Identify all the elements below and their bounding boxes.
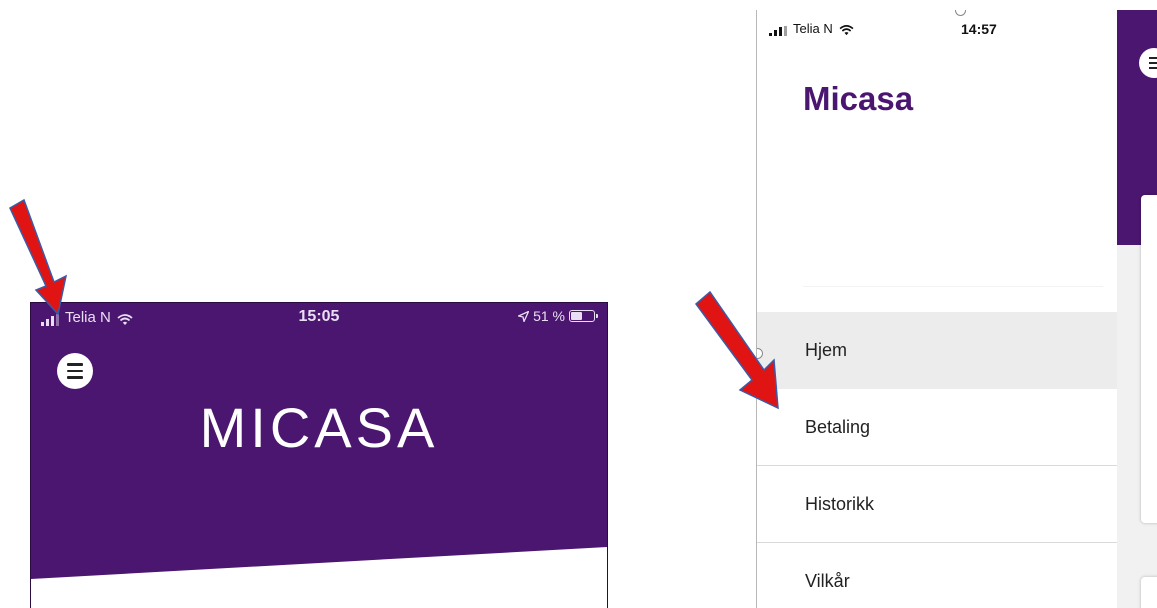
drawer-divider xyxy=(803,286,1103,287)
left-phone-screen: Telia N 15:05 51 % MICASA xyxy=(30,302,608,608)
nav-item-label: Hjem xyxy=(805,340,848,360)
cellular-signal-icon xyxy=(769,26,787,36)
nav-item-historikk[interactable]: Historikk xyxy=(757,466,1117,543)
background-card-2 xyxy=(1141,577,1157,608)
hamburger-menu-icon-bar xyxy=(67,369,83,373)
hamburger-menu-button[interactable] xyxy=(57,353,93,389)
wifi-icon xyxy=(839,25,854,36)
navigation-drawer: Telia N 14:57 Micasa Hjem Betaling Histo… xyxy=(757,10,1117,608)
nav-item-betaling[interactable]: Betaling xyxy=(757,389,1117,466)
drawer-status-bar: Telia N 14:57 xyxy=(765,19,1117,39)
nav-item-label: Betaling xyxy=(805,416,871,437)
right-phone-screen: Telia N 14:57 Micasa Hjem Betaling Histo… xyxy=(756,10,1157,608)
drawer-carrier-name: Telia N xyxy=(793,21,833,36)
drawer-brand-title: Micasa xyxy=(803,80,914,117)
background-card xyxy=(1141,195,1157,523)
status-bar: Telia N 15:05 51 % xyxy=(31,303,607,329)
drawer-status-time: 14:57 xyxy=(961,21,997,37)
background-app-screen xyxy=(1117,10,1157,608)
annotation-arrow-left xyxy=(9,198,68,316)
drawer-nav: Hjem Betaling Historikk Vilkår xyxy=(757,312,1117,608)
battery-fill xyxy=(571,312,582,320)
battery-percent: 51 % xyxy=(533,308,565,324)
location-arrow-icon xyxy=(518,310,530,322)
nav-item-label: Historikk xyxy=(805,493,875,514)
micasa-logo: MICASA xyxy=(199,396,439,459)
hamburger-menu-icon-bar xyxy=(67,376,83,379)
nav-item-vilkar[interactable]: Vilkår xyxy=(757,543,1117,608)
hamburger-menu-icon xyxy=(67,363,83,366)
nav-item-hjem[interactable]: Hjem xyxy=(757,312,1117,389)
drawer-status-left: Telia N xyxy=(769,21,854,36)
annotation-arrow-right xyxy=(694,290,779,410)
screenshot-canvas: Telia N 15:05 51 % MICASA Telia N 14:57 … xyxy=(0,0,1157,608)
status-right: 51 % xyxy=(518,308,598,324)
nav-item-label: Vilkår xyxy=(805,571,850,591)
battery-icon xyxy=(569,310,598,322)
